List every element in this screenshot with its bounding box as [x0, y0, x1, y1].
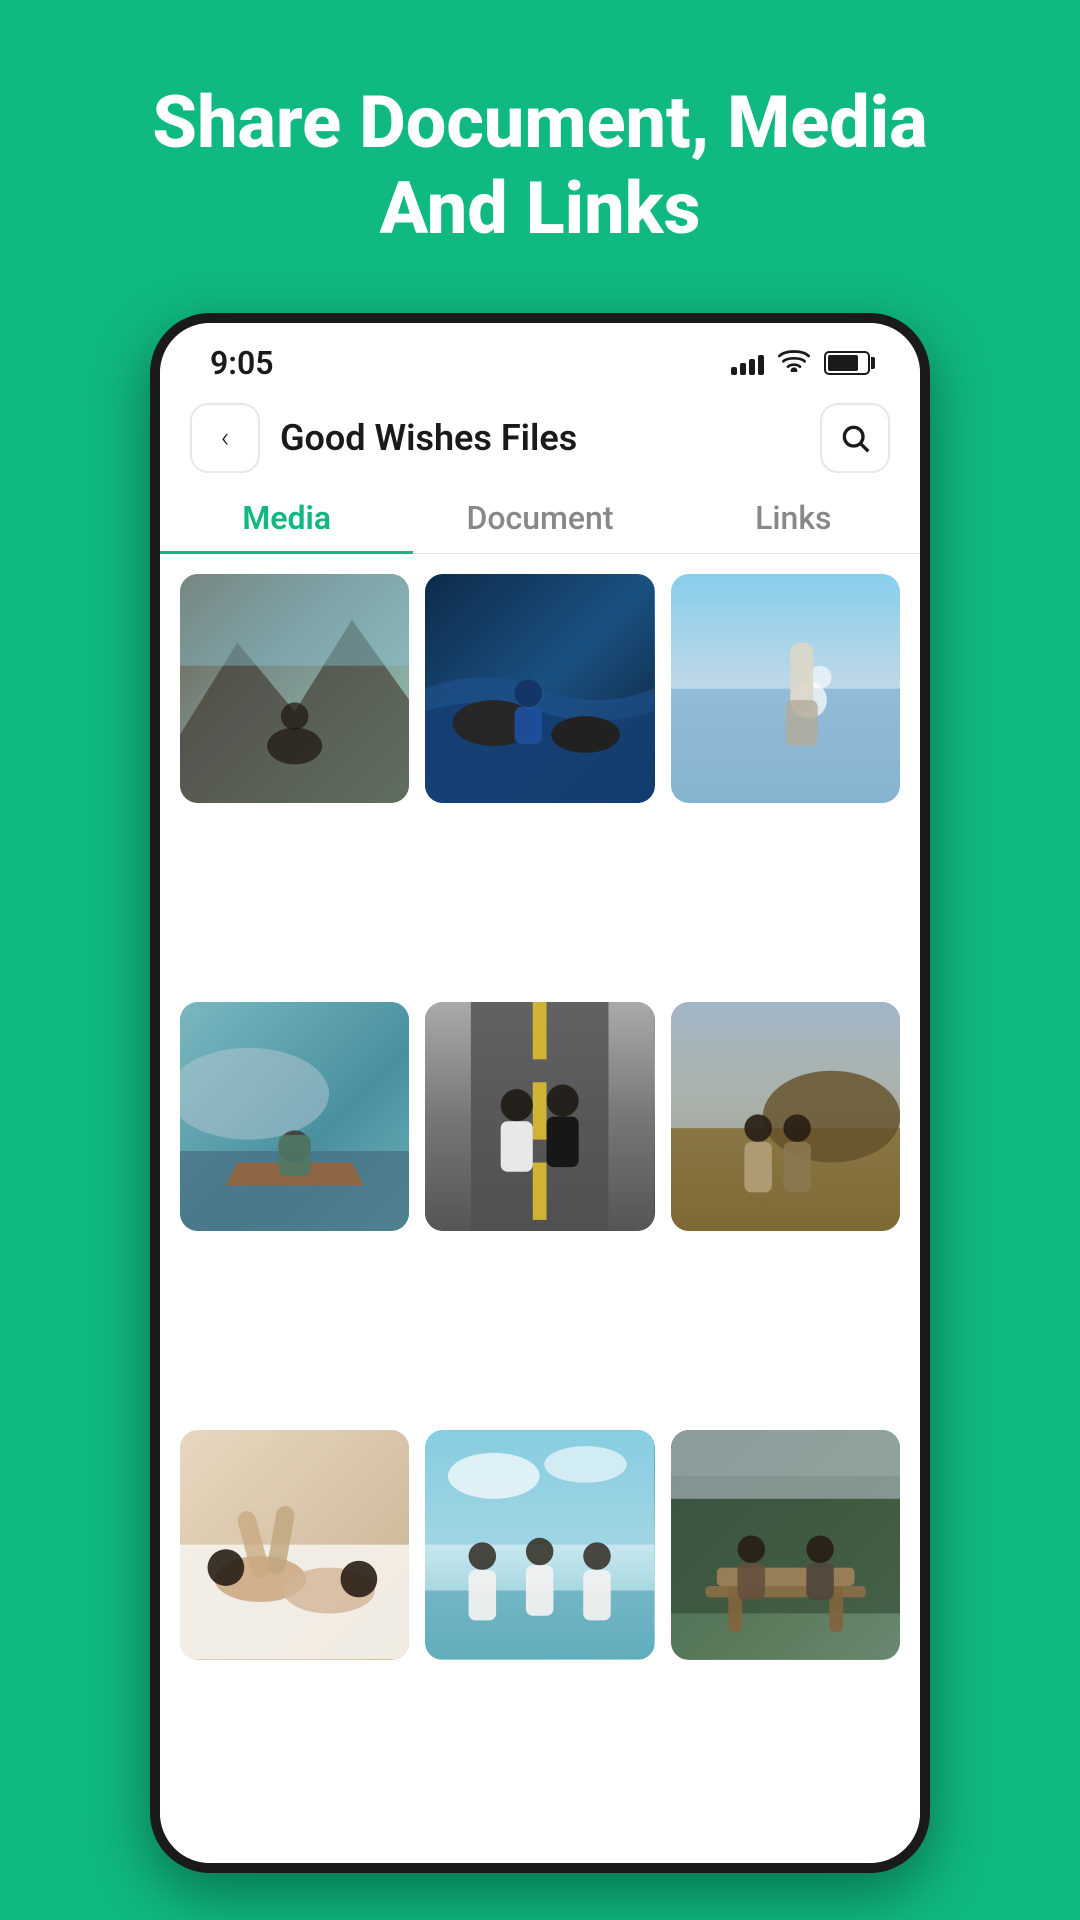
- phone-wrapper: 9:05: [130, 313, 950, 1920]
- media-item[interactable]: [671, 1430, 900, 1659]
- media-grid: [160, 554, 920, 1863]
- tab-media[interactable]: Media: [160, 483, 413, 553]
- tab-bar: Media Document Links: [160, 483, 920, 554]
- wifi-icon: [778, 346, 810, 379]
- top-banner: Share Document, Media And Links: [0, 0, 1080, 313]
- tab-document[interactable]: Document: [413, 483, 666, 553]
- search-icon: [839, 422, 871, 454]
- media-item[interactable]: [425, 1430, 654, 1659]
- status-bar: 9:05: [160, 323, 920, 393]
- battery-icon: [824, 351, 870, 375]
- search-button[interactable]: [820, 403, 890, 473]
- back-button[interactable]: ‹: [190, 403, 260, 473]
- page-title: Good Wishes Files: [280, 417, 820, 459]
- banner-title: Share Document, Media And Links: [80, 80, 1000, 253]
- tab-links[interactable]: Links: [667, 483, 920, 553]
- media-item[interactable]: [671, 574, 900, 803]
- app-header: ‹ Good Wishes Files: [160, 393, 920, 483]
- media-item[interactable]: [180, 574, 409, 803]
- media-item[interactable]: [425, 1002, 654, 1231]
- media-item[interactable]: [425, 574, 654, 803]
- media-item[interactable]: [180, 1002, 409, 1231]
- signal-icon: [731, 351, 764, 375]
- status-time: 9:05: [210, 344, 274, 382]
- media-item[interactable]: [671, 1002, 900, 1231]
- back-chevron-icon: ‹: [221, 421, 229, 454]
- media-item[interactable]: [180, 1430, 409, 1659]
- phone-frame: 9:05: [150, 313, 930, 1873]
- status-icons: [731, 346, 870, 379]
